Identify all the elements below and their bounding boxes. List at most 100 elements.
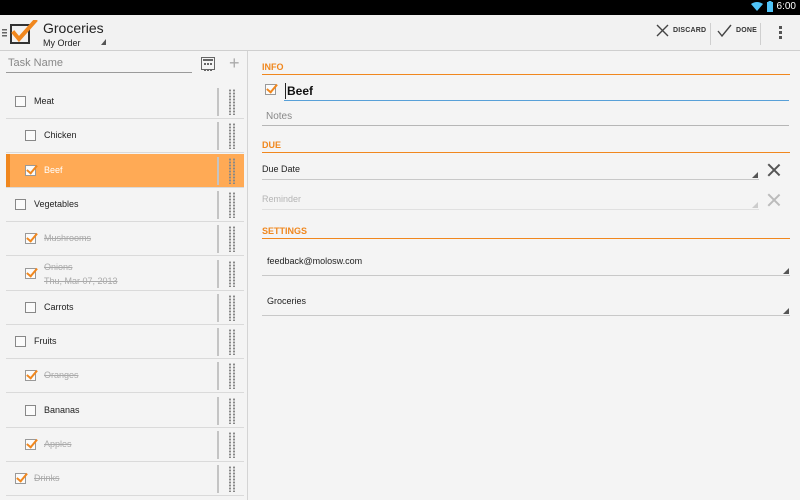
drag-handle-icon[interactable] xyxy=(228,432,236,458)
task-checkbox[interactable] xyxy=(15,336,26,347)
task-checkbox[interactable] xyxy=(25,268,36,279)
task-complete-checkbox[interactable] xyxy=(265,84,276,95)
task-name-input[interactable]: Task Name xyxy=(6,55,192,73)
spinner-arrow-icon xyxy=(783,308,789,314)
task-row[interactable]: Fruits xyxy=(0,325,248,359)
task-label: Onions xyxy=(44,262,73,272)
done-button[interactable]: DONE xyxy=(717,24,757,37)
spinner-arrow-icon xyxy=(752,172,758,178)
clear-reminder-icon[interactable] xyxy=(767,193,781,207)
task-checkbox[interactable] xyxy=(25,165,36,176)
task-checkbox[interactable] xyxy=(25,130,36,141)
task-row[interactable]: Chicken xyxy=(0,119,248,153)
drag-handle-icon[interactable] xyxy=(228,466,236,492)
task-checkbox[interactable] xyxy=(25,302,36,313)
task-checkbox[interactable] xyxy=(15,473,26,484)
task-list-pane: Task Name + Meat Chicken Beef Vegetables Mus… xyxy=(0,51,248,500)
due-date-spinner[interactable]: Due Date xyxy=(262,160,759,180)
task-row[interactable]: Apples xyxy=(0,428,248,462)
drag-handle-icon[interactable] xyxy=(228,89,236,115)
row-separator xyxy=(217,397,219,425)
selection-highlight xyxy=(6,154,244,188)
battery-icon xyxy=(766,1,773,12)
drag-handle-icon[interactable] xyxy=(228,192,236,218)
action-bar: Groceries My Order DISCARD DONE xyxy=(0,15,800,51)
task-label: Beef xyxy=(44,165,63,175)
checkmark-icon xyxy=(717,24,732,37)
drag-handle-icon[interactable] xyxy=(228,123,236,149)
row-separator xyxy=(217,191,219,219)
due-date-label: Due Date xyxy=(262,164,301,174)
task-checkbox[interactable] xyxy=(25,439,36,450)
row-divider xyxy=(6,152,244,153)
section-divider xyxy=(262,238,790,239)
section-divider xyxy=(262,74,790,75)
settings-header-label: SETTINGS xyxy=(262,226,308,236)
task-row[interactable]: Bananas xyxy=(0,394,248,428)
task-due-date: Thu, Mar 07, 2013 xyxy=(44,276,118,286)
task-row[interactable]: Beef xyxy=(0,154,248,188)
drag-handle-icon[interactable] xyxy=(228,329,236,355)
row-separator xyxy=(217,88,219,116)
calendar-icon[interactable] xyxy=(201,57,215,71)
status-bar: 6:00 xyxy=(0,0,800,15)
section-divider xyxy=(262,152,790,153)
task-checkbox[interactable] xyxy=(25,405,36,416)
due-section-header: DUE xyxy=(262,140,790,153)
task-label: Apples xyxy=(44,439,72,449)
drag-handle-icon[interactable] xyxy=(228,226,236,252)
task-row[interactable]: Meat xyxy=(0,85,248,119)
row-separator xyxy=(217,122,219,150)
task-checkbox[interactable] xyxy=(15,199,26,210)
wifi-icon xyxy=(750,1,763,11)
info-header-label: INFO xyxy=(262,62,284,72)
task-label: Meat xyxy=(34,96,55,106)
row-divider xyxy=(6,495,244,496)
overflow-menu-icon[interactable] xyxy=(779,26,783,41)
task-row[interactable]: Carrots xyxy=(0,291,248,325)
task-name-field[interactable] xyxy=(284,81,789,101)
status-time: 6:00 xyxy=(776,1,796,12)
task-label: Chicken xyxy=(44,130,77,140)
action-separator xyxy=(710,23,711,45)
task-label: Mushrooms xyxy=(44,233,92,243)
task-checkbox[interactable] xyxy=(15,96,26,107)
reminder-spinner[interactable]: Reminder xyxy=(262,190,759,210)
task-checkbox[interactable] xyxy=(25,370,36,381)
discard-button[interactable]: DISCARD xyxy=(656,24,706,37)
add-task-icon[interactable]: + xyxy=(229,54,240,72)
discard-label: DISCARD xyxy=(673,27,707,34)
drag-handle-icon[interactable] xyxy=(228,363,236,389)
task-row[interactable]: Vegetables xyxy=(0,188,248,222)
drag-handle-icon[interactable] xyxy=(228,158,236,184)
selection-bar xyxy=(6,154,10,188)
task-label: Drinks xyxy=(34,473,60,483)
dropdown-arrow-icon[interactable] xyxy=(101,39,106,45)
row-separator xyxy=(217,225,219,253)
spinner-arrow-icon xyxy=(752,202,758,208)
row-divider xyxy=(6,255,244,256)
due-header-label: DUE xyxy=(262,140,282,150)
row-separator xyxy=(217,431,219,459)
drag-handle-icon[interactable] xyxy=(228,295,236,321)
task-detail-pane: INFO DUE Due Date Reminder SETTINGS feed… xyxy=(249,51,800,500)
checkbox-logo-icon[interactable] xyxy=(2,20,38,46)
account-value: feedback@molosw.com xyxy=(267,256,363,266)
account-spinner[interactable]: feedback@molosw.com xyxy=(262,252,790,276)
drag-handle-icon[interactable] xyxy=(228,261,236,287)
sort-order-label[interactable]: My Order xyxy=(43,38,81,48)
list-spinner[interactable]: Groceries xyxy=(262,292,790,316)
task-row[interactable]: Onions Thu, Mar 07, 2013 xyxy=(0,257,248,291)
task-row[interactable]: Mushrooms xyxy=(0,222,248,256)
list-title[interactable]: Groceries xyxy=(43,20,104,36)
row-separator xyxy=(217,465,219,493)
done-label: DONE xyxy=(736,27,758,34)
task-checkbox[interactable] xyxy=(25,233,36,244)
list-value: Groceries xyxy=(267,296,307,306)
drag-handle-icon[interactable] xyxy=(228,398,236,424)
clear-due-date-icon[interactable] xyxy=(767,163,781,177)
reminder-label: Reminder xyxy=(262,194,302,204)
task-row[interactable]: Drinks xyxy=(0,462,248,496)
notes-field[interactable] xyxy=(262,108,789,126)
task-row[interactable]: Oranges xyxy=(0,359,248,393)
